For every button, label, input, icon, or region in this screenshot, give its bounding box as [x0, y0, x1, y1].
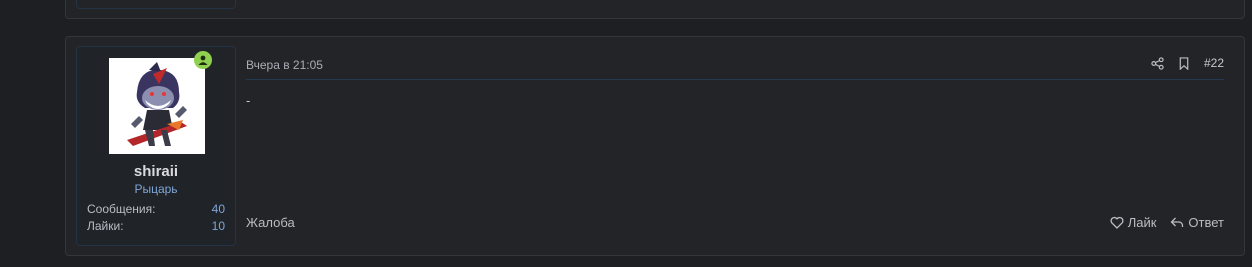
reply-icon: [1170, 216, 1184, 229]
avatar-image: [109, 58, 205, 154]
post-header-actions: #22: [1151, 56, 1224, 70]
stat-label: Сообщения:: [87, 202, 156, 216]
avatar[interactable]: [109, 58, 205, 154]
heart-icon: [1110, 216, 1124, 229]
reply-label: Ответ: [1188, 215, 1224, 230]
online-status-icon: [194, 51, 212, 69]
report-link[interactable]: Жалоба: [246, 215, 295, 230]
forum-post: shiraii Рыцарь Сообщения: 40 Лайки: 10 В…: [65, 36, 1245, 256]
like-button[interactable]: Лайк: [1110, 215, 1157, 230]
bookmark-icon[interactable]: [1178, 56, 1190, 70]
post-number[interactable]: #22: [1204, 56, 1224, 70]
like-label: Лайк: [1127, 215, 1157, 230]
user-cell: shiraii Рыцарь Сообщения: 40 Лайки: 10: [76, 46, 236, 246]
post-body: -: [246, 93, 251, 108]
stat-likes: Лайки: 10: [87, 219, 225, 233]
previous-post-tail: [65, 0, 1245, 19]
stat-value[interactable]: 40: [212, 202, 225, 216]
user-title: Рыцарь: [134, 182, 178, 196]
reply-button[interactable]: Ответ: [1170, 215, 1224, 230]
username[interactable]: shiraii: [77, 163, 235, 180]
stat-value[interactable]: 10: [212, 219, 225, 233]
share-icon[interactable]: [1151, 56, 1164, 70]
previous-user-cell: [76, 0, 236, 9]
post-header: Вчера в 21:05 #22: [246, 49, 1224, 80]
stat-label: Лайки:: [87, 219, 124, 233]
post-footer-actions: Лайк Ответ: [1110, 215, 1224, 230]
stat-messages: Сообщения: 40: [87, 202, 225, 216]
post-date[interactable]: Вчера в 21:05: [246, 58, 323, 72]
